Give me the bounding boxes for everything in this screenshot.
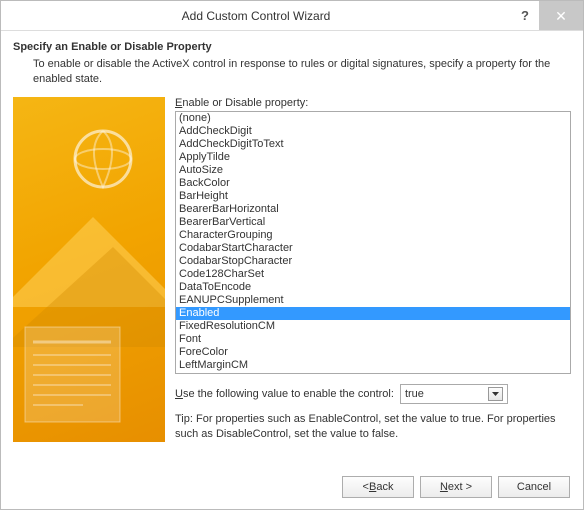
next-button[interactable]: Next > xyxy=(420,476,492,498)
list-item[interactable]: (none) xyxy=(176,112,570,125)
list-item[interactable]: Code128CharSet xyxy=(176,268,570,281)
tip-text: Tip: For properties such as EnableContro… xyxy=(175,412,571,442)
list-item[interactable]: ForeColor xyxy=(176,346,570,359)
list-item[interactable]: BackColor xyxy=(176,177,570,190)
button-row: < Back Next > Cancel xyxy=(342,476,570,498)
list-item[interactable]: CodabarStartCharacter xyxy=(176,242,570,255)
cancel-button[interactable]: Cancel xyxy=(498,476,570,498)
list-item[interactable]: ApplyTilde xyxy=(176,151,570,164)
page-heading: Specify an Enable or Disable Property xyxy=(13,41,571,53)
list-item[interactable]: BearerBarHorizontal xyxy=(176,203,570,216)
page-subtext: To enable or disable the ActiveX control… xyxy=(33,57,571,87)
list-item[interactable]: LeftMarginCM xyxy=(176,359,570,372)
list-item[interactable]: BarHeight xyxy=(176,190,570,203)
close-button[interactable]: ✕ xyxy=(539,1,583,30)
chevron-down-icon[interactable] xyxy=(488,387,503,401)
window-title: Add Custom Control Wizard xyxy=(1,1,511,30)
value-label: Use the following value to enable the co… xyxy=(175,388,394,400)
back-button[interactable]: < Back xyxy=(342,476,414,498)
titlebar: Add Custom Control Wizard ? ✕ xyxy=(1,1,583,31)
value-select-text: true xyxy=(405,388,424,400)
list-item[interactable]: EANUPCSupplement xyxy=(176,294,570,307)
list-item[interactable]: Font xyxy=(176,333,570,346)
list-item[interactable]: FixedResolutionCM xyxy=(176,320,570,333)
list-item[interactable]: NarrowBarWidth xyxy=(176,372,570,374)
list-item[interactable]: BearerBarVertical xyxy=(176,216,570,229)
list-item[interactable]: AddCheckDigit xyxy=(176,125,570,138)
wizard-illustration xyxy=(13,97,165,442)
list-item[interactable]: CodabarStopCharacter xyxy=(176,255,570,268)
list-item[interactable]: AddCheckDigitToText xyxy=(176,138,570,151)
list-item[interactable]: CharacterGrouping xyxy=(176,229,570,242)
help-button[interactable]: ? xyxy=(511,1,539,30)
value-select[interactable]: true xyxy=(400,384,508,404)
list-item[interactable]: DataToEncode xyxy=(176,281,570,294)
list-item[interactable]: AutoSize xyxy=(176,164,570,177)
list-item[interactable]: Enabled xyxy=(176,307,570,320)
property-list-label: Enable or Disable property: xyxy=(175,97,571,109)
property-listbox[interactable]: (none)AddCheckDigitAddCheckDigitToTextAp… xyxy=(175,111,571,374)
